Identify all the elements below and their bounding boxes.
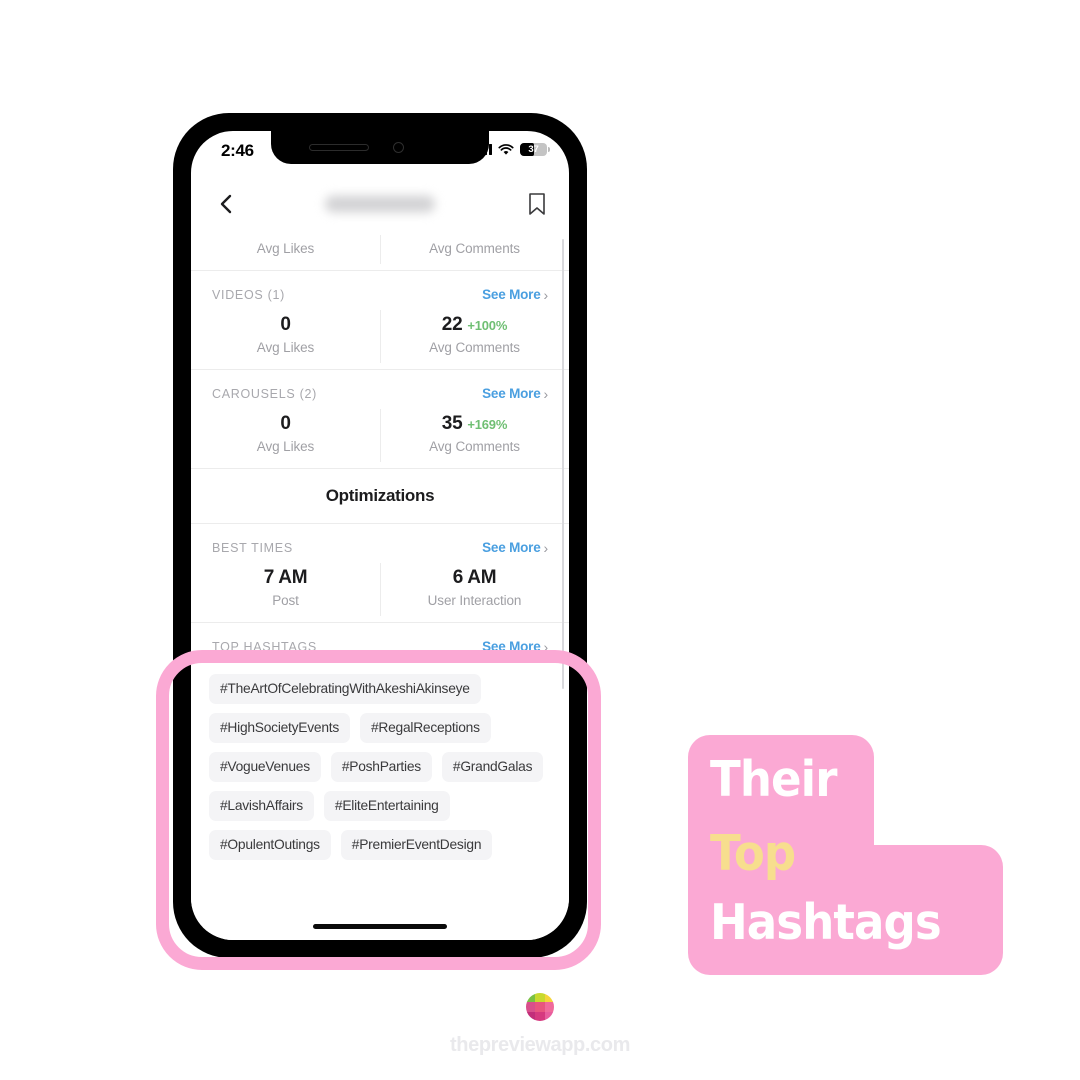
logo-cell xyxy=(535,1011,545,1021)
poster-canvas: 2:46 37 Avg Likes Avg Comments VIDEOS (1… xyxy=(0,0,1080,1080)
brand-name: thepreviewapp.com xyxy=(450,1034,630,1056)
vertical-scrollbar[interactable] xyxy=(561,239,564,689)
hashtag-pill[interactable]: #EliteEntertaining xyxy=(323,791,450,821)
logo-cell xyxy=(526,993,536,1003)
earpiece-speaker xyxy=(309,144,369,151)
see-more-label: See More xyxy=(482,287,541,302)
logo-grid xyxy=(526,993,554,1021)
stat-cell: Avg Comments xyxy=(380,231,569,270)
stat-value: 0 xyxy=(280,314,291,335)
stat-cell: 6 AM User Interaction xyxy=(380,559,569,622)
stat-cell: 35 +169% Avg Comments xyxy=(380,405,569,468)
callout-line-1: Their xyxy=(710,751,837,808)
battery-icon: 37 xyxy=(520,143,550,156)
section-header-videos: VIDEOS (1) See More › xyxy=(191,271,569,306)
stat-label: Avg Comments xyxy=(429,241,520,256)
home-indicator[interactable] xyxy=(313,924,447,929)
stat-label: Post xyxy=(272,593,299,608)
logo-cell xyxy=(535,1002,545,1012)
battery-level: 37 xyxy=(528,144,539,155)
stat-value: 22 xyxy=(441,314,463,335)
chevron-right-icon: › xyxy=(543,539,549,556)
hashtag-pill[interactable]: #LavishAffairs xyxy=(209,791,314,821)
stat-value: 35 xyxy=(441,413,463,434)
see-more-label: See More xyxy=(482,639,541,654)
stat-cell: 0 Avg Likes xyxy=(191,405,380,468)
stat-delta: +169% xyxy=(467,417,508,432)
stat-label: Avg Likes xyxy=(256,241,315,256)
callout-badge: Their Top Hashtags xyxy=(688,735,1003,975)
hashtag-pill[interactable]: #PremierEventDesign xyxy=(340,830,493,860)
logo-cell xyxy=(526,1002,536,1012)
stat-label: Avg Likes xyxy=(256,439,315,454)
chevron-right-icon: › xyxy=(543,638,549,655)
callout-line-3: Hashtags xyxy=(710,894,942,951)
optimizations-banner: Optimizations xyxy=(325,486,435,505)
section-title: TOP HASHTAGS xyxy=(212,639,317,654)
hashtag-pill[interactable]: #VogueVenues xyxy=(209,752,321,782)
hashtag-pill[interactable]: #PoshParties xyxy=(330,752,432,782)
logo-cell xyxy=(544,1011,554,1021)
hashtag-pill[interactable]: #TheArtOfCelebratingWithAkeshiAkinseye xyxy=(209,674,481,704)
stat-value: 6 AM xyxy=(452,567,497,588)
stat-value: 7 AM xyxy=(263,567,308,588)
wifi-icon xyxy=(498,143,514,155)
back-chevron-icon[interactable] xyxy=(215,193,237,215)
status-time: 2:46 xyxy=(221,141,254,160)
phone-screen: 2:46 37 Avg Likes Avg Comments VIDEOS (1… xyxy=(191,131,569,940)
hashtag-pill[interactable]: #GrandGalas xyxy=(441,752,544,782)
logo-cell xyxy=(526,1011,536,1021)
brand-footer: thepreviewapp.com xyxy=(0,993,1080,1057)
stat-label: User Interaction xyxy=(427,593,522,608)
logo-cell xyxy=(535,993,545,1003)
account-name-blurred xyxy=(325,195,435,213)
hashtag-list: #TheArtOfCelebratingWithAkeshiAkinseye #H… xyxy=(191,658,569,870)
section-header-top-hashtags: TOP HASHTAGS See More › xyxy=(191,623,569,658)
see-more-top-hashtags[interactable]: See More › xyxy=(482,639,548,654)
partial-stat-row: Avg Likes Avg Comments xyxy=(191,231,569,270)
section-title: CAROUSELS (2) xyxy=(212,386,317,401)
see-more-carousels[interactable]: See More › xyxy=(482,386,548,401)
bookmark-icon[interactable] xyxy=(527,192,547,216)
callout-line-2: Top xyxy=(710,825,796,882)
preview-app-logo-icon xyxy=(526,993,554,1021)
stat-row-carousels: 0 Avg Likes 35 +169% Avg Comments xyxy=(191,405,569,468)
stat-cell: 22 +100% Avg Comments xyxy=(380,306,569,369)
analytics-scroll-content[interactable]: Avg Likes Avg Comments VIDEOS (1) See Mo… xyxy=(191,231,569,940)
hashtag-pill[interactable]: #HighSocietyEvents xyxy=(209,713,350,743)
hashtag-pill[interactable]: #RegalReceptions xyxy=(359,713,491,743)
see-more-label: See More xyxy=(482,540,541,555)
front-camera xyxy=(393,142,404,153)
see-more-label: See More xyxy=(482,386,541,401)
see-more-videos[interactable]: See More › xyxy=(482,287,548,302)
see-more-best-times[interactable]: See More › xyxy=(482,540,548,555)
stat-cell: Avg Likes xyxy=(191,231,380,270)
stat-label: Avg Likes xyxy=(256,340,315,355)
stat-delta: +100% xyxy=(467,318,508,333)
section-header-best-times: BEST TIMES See More › xyxy=(191,524,569,559)
hashtag-pill[interactable]: #OpulentOutings xyxy=(209,830,331,860)
section-title: BEST TIMES xyxy=(212,540,293,555)
logo-cell xyxy=(544,1002,554,1012)
logo-cell xyxy=(544,993,554,1003)
chevron-right-icon: › xyxy=(543,385,549,402)
stat-row-videos: 0 Avg Likes 22 +100% Avg Comments xyxy=(191,306,569,369)
phone-mockup: 2:46 37 Avg Likes Avg Comments VIDEOS (1… xyxy=(173,113,587,958)
section-header-carousels: CAROUSELS (2) See More › xyxy=(191,370,569,405)
app-nav-bar xyxy=(191,177,569,231)
stat-row-best-times: 7 AM Post 6 AM User Interaction xyxy=(191,559,569,622)
stat-cell: 0 Avg Likes xyxy=(191,306,380,369)
phone-notch xyxy=(271,131,489,164)
section-title: VIDEOS (1) xyxy=(212,287,285,302)
stat-cell: 7 AM Post xyxy=(191,559,380,622)
stat-label: Avg Comments xyxy=(429,439,520,454)
chevron-right-icon: › xyxy=(543,286,549,303)
stat-label: Avg Comments xyxy=(429,340,520,355)
stat-value: 0 xyxy=(280,413,291,434)
